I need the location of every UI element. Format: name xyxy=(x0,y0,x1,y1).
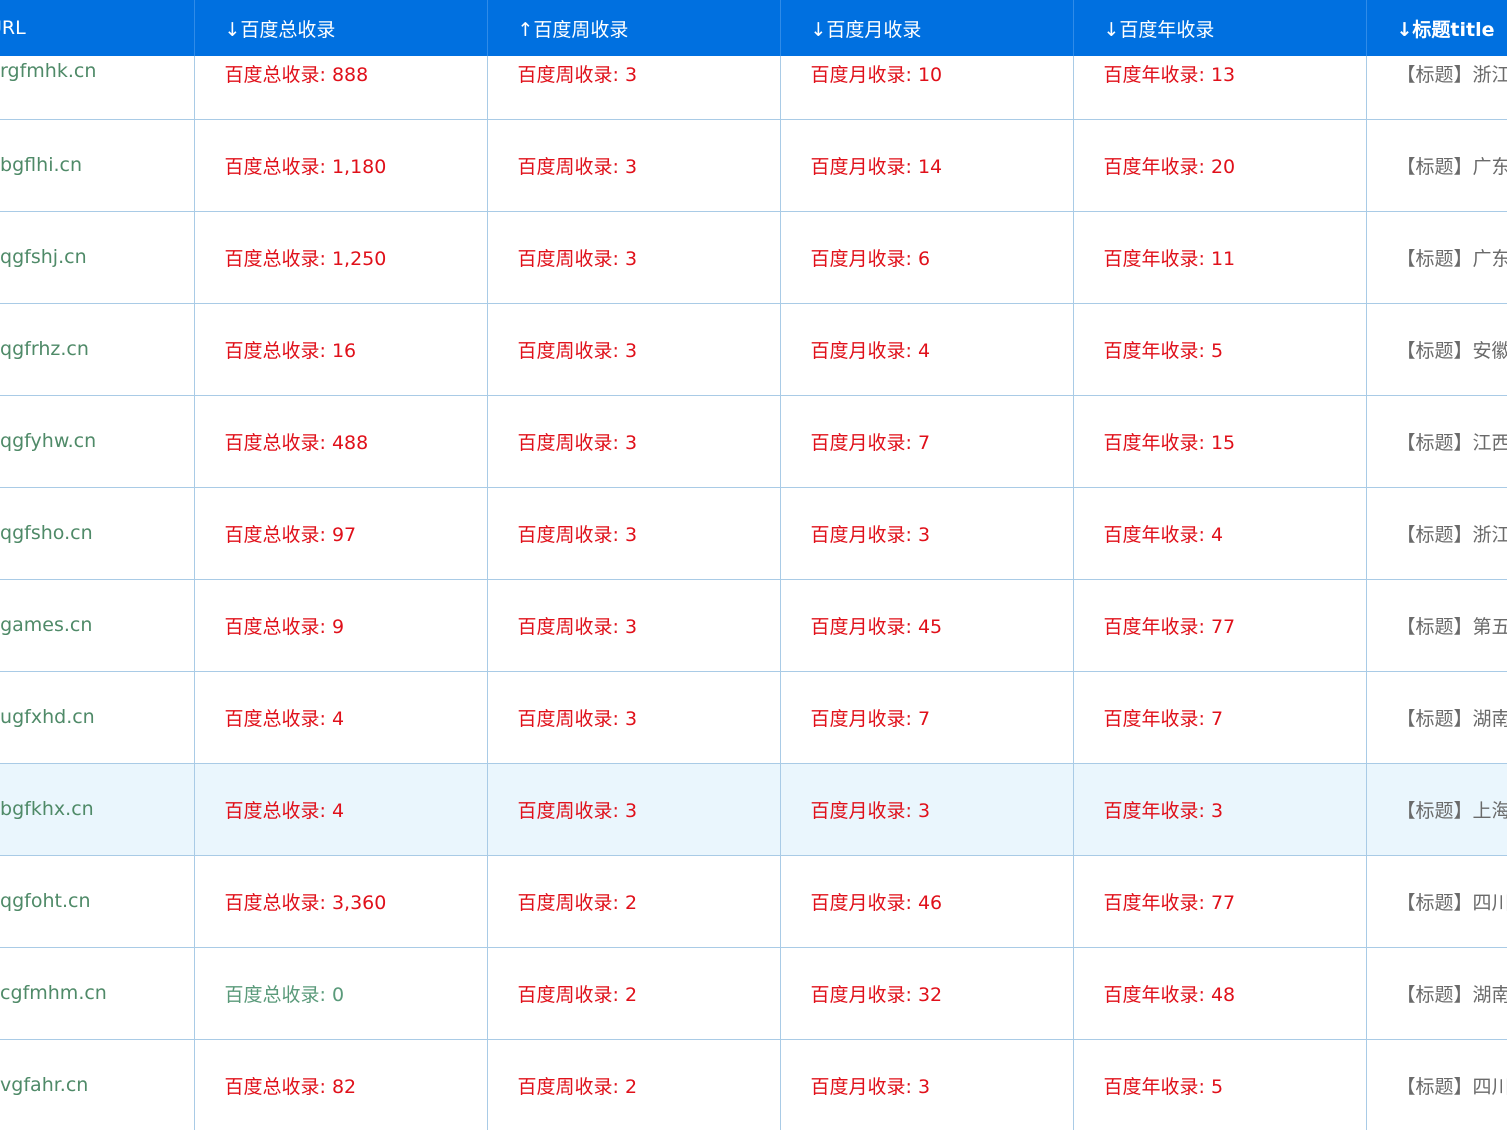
total-index-cell: 百度总收录: 0 xyxy=(194,947,488,1040)
month-index-cell: 百度月收录: 4 xyxy=(780,303,1074,396)
year-index-cell: 百度年收录: 77 xyxy=(1073,855,1367,948)
year-index-cell: 百度年收录: 13 xyxy=(1073,56,1367,120)
table-row: pbgflhi.cn 百度总收录: 1,180 百度周收录: 3 百度月收录: … xyxy=(0,119,1507,212)
month-index-cell: 百度月收录: 3 xyxy=(780,763,1074,856)
title-cell: 【标题】湖南 xyxy=(1366,671,1507,764)
table-row: prgfmhk.cn 百度总收录: 888 百度周收录: 3 百度月收录: 10… xyxy=(0,56,1507,120)
total-index-cell: 百度总收录: 1,180 xyxy=(194,119,488,212)
month-index-cell: 百度月收录: 3 xyxy=(780,1039,1074,1130)
url-cell[interactable]: pqgfshj.cn xyxy=(0,211,195,304)
total-index-cell: 百度总收录: 4 xyxy=(194,671,488,764)
month-index-cell: 百度月收录: 45 xyxy=(780,579,1074,672)
total-index-cell: 百度总收录: 4 xyxy=(194,763,488,856)
title-cell: 【标题】广东 xyxy=(1366,119,1507,212)
table-row: pcgfmhm.cn 百度总收录: 0 百度周收录: 2 百度月收录: 32 百… xyxy=(0,947,1507,1040)
table-header: URL ↓百度总收录 ↑百度周收录 ↓百度月收录 ↓百度年收录 ↓标题title xyxy=(0,0,1507,56)
month-index-cell: 百度月收录: 14 xyxy=(780,119,1074,212)
url-cell[interactable]: 5games.cn xyxy=(0,579,195,672)
year-index-cell: 百度年收录: 77 xyxy=(1073,579,1367,672)
table-row: pqgfsho.cn 百度总收录: 97 百度周收录: 3 百度月收录: 3 百… xyxy=(0,487,1507,580)
month-index-cell: 百度月收录: 7 xyxy=(780,671,1074,764)
week-index-cell: 百度周收录: 3 xyxy=(487,671,781,764)
total-index-cell: 百度总收录: 9 xyxy=(194,579,488,672)
table-row-highlighted: pbgfkhx.cn 百度总收录: 4 百度周收录: 3 百度月收录: 3 百度… xyxy=(0,763,1507,856)
year-index-cell: 百度年收录: 7 xyxy=(1073,671,1367,764)
table-row: 5games.cn 百度总收录: 9 百度周收录: 3 百度月收录: 45 百度… xyxy=(0,579,1507,672)
seo-index-table: URL ↓百度总收录 ↑百度周收录 ↓百度月收录 ↓百度年收录 ↓标题title… xyxy=(0,0,1507,1130)
week-index-cell: 百度周收录: 3 xyxy=(487,56,781,120)
month-index-cell: 百度月收录: 3 xyxy=(780,487,1074,580)
column-header-month-index[interactable]: ↓百度月收录 xyxy=(780,0,1074,56)
table-body: prgfmhk.cn 百度总收录: 888 百度周收录: 3 百度月收录: 10… xyxy=(0,56,1507,1130)
week-index-cell: 百度周收录: 3 xyxy=(487,395,781,488)
total-index-cell: 百度总收录: 888 xyxy=(194,56,488,120)
url-cell[interactable]: pqgfrhz.cn xyxy=(0,303,195,396)
title-cell: 【标题】安徽 xyxy=(1366,303,1507,396)
total-index-cell: 百度总收录: 82 xyxy=(194,1039,488,1130)
total-index-cell: 百度总收录: 1,250 xyxy=(194,211,488,304)
table-row: pqgfshj.cn 百度总收录: 1,250 百度周收录: 3 百度月收录: … xyxy=(0,211,1507,304)
table-row: pvgfahr.cn 百度总收录: 82 百度周收录: 2 百度月收录: 3 百… xyxy=(0,1039,1507,1130)
table-row: pqgfoht.cn 百度总收录: 3,360 百度周收录: 2 百度月收录: … xyxy=(0,855,1507,948)
title-cell: 【标题】湖南 xyxy=(1366,947,1507,1040)
title-cell: 【标题】上海 xyxy=(1366,763,1507,856)
url-cell[interactable]: pugfxhd.cn xyxy=(0,671,195,764)
month-index-cell: 百度月收录: 7 xyxy=(780,395,1074,488)
title-cell: 【标题】四川 xyxy=(1366,1039,1507,1130)
title-cell: 【标题】广东 xyxy=(1366,211,1507,304)
title-cell: 【标题】第五 xyxy=(1366,579,1507,672)
header-row: URL ↓百度总收录 ↑百度周收录 ↓百度月收录 ↓百度年收录 ↓标题title xyxy=(0,0,1507,56)
year-index-cell: 百度年收录: 20 xyxy=(1073,119,1367,212)
year-index-cell: 百度年收录: 5 xyxy=(1073,1039,1367,1130)
week-index-cell: 百度周收录: 2 xyxy=(487,855,781,948)
table-row: pqgfyhw.cn 百度总收录: 488 百度周收录: 3 百度月收录: 7 … xyxy=(0,395,1507,488)
week-index-cell: 百度周收录: 2 xyxy=(487,947,781,1040)
total-index-cell: 百度总收录: 16 xyxy=(194,303,488,396)
url-cell[interactable]: prgfmhk.cn xyxy=(0,56,195,120)
column-header-week-index[interactable]: ↑百度周收录 xyxy=(487,0,781,56)
title-cell: 【标题】浙江 xyxy=(1366,487,1507,580)
column-header-total-index[interactable]: ↓百度总收录 xyxy=(194,0,488,56)
year-index-cell: 百度年收录: 15 xyxy=(1073,395,1367,488)
week-index-cell: 百度周收录: 3 xyxy=(487,487,781,580)
month-index-cell: 百度月收录: 6 xyxy=(780,211,1074,304)
url-cell[interactable]: pqgfyhw.cn xyxy=(0,395,195,488)
url-cell[interactable]: pvgfahr.cn xyxy=(0,1039,195,1130)
month-index-cell: 百度月收录: 32 xyxy=(780,947,1074,1040)
year-index-cell: 百度年收录: 5 xyxy=(1073,303,1367,396)
week-index-cell: 百度周收录: 3 xyxy=(487,211,781,304)
column-header-title[interactable]: ↓标题title xyxy=(1366,0,1507,56)
year-index-cell: 百度年收录: 48 xyxy=(1073,947,1367,1040)
title-cell: 【标题】浙江 xyxy=(1366,56,1507,120)
month-index-cell: 百度月收录: 10 xyxy=(780,56,1074,120)
title-cell: 【标题】四川 xyxy=(1366,855,1507,948)
column-header-year-index[interactable]: ↓百度年收录 xyxy=(1073,0,1367,56)
week-index-cell: 百度周收录: 3 xyxy=(487,579,781,672)
viewport: URL ↓百度总收录 ↑百度周收录 ↓百度月收录 ↓百度年收录 ↓标题title… xyxy=(0,0,1507,1130)
year-index-cell: 百度年收录: 4 xyxy=(1073,487,1367,580)
title-cell: 【标题】江西 xyxy=(1366,395,1507,488)
table-row: pugfxhd.cn 百度总收录: 4 百度周收录: 3 百度月收录: 7 百度… xyxy=(0,671,1507,764)
year-index-cell: 百度年收录: 11 xyxy=(1073,211,1367,304)
total-index-cell: 百度总收录: 3,360 xyxy=(194,855,488,948)
url-cell[interactable]: pqgfoht.cn xyxy=(0,855,195,948)
url-cell[interactable]: pqgfsho.cn xyxy=(0,487,195,580)
week-index-cell: 百度周收录: 3 xyxy=(487,303,781,396)
table-row: pqgfrhz.cn 百度总收录: 16 百度周收录: 3 百度月收录: 4 百… xyxy=(0,303,1507,396)
total-index-cell: 百度总收录: 488 xyxy=(194,395,488,488)
month-index-cell: 百度月收录: 46 xyxy=(780,855,1074,948)
week-index-cell: 百度周收录: 3 xyxy=(487,763,781,856)
url-cell[interactable]: pcgfmhm.cn xyxy=(0,947,195,1040)
url-cell[interactable]: pbgflhi.cn xyxy=(0,119,195,212)
week-index-cell: 百度周收录: 3 xyxy=(487,119,781,212)
url-cell[interactable]: pbgfkhx.cn xyxy=(0,763,195,856)
column-header-url[interactable]: URL xyxy=(0,0,195,56)
week-index-cell: 百度周收录: 2 xyxy=(487,1039,781,1130)
total-index-cell: 百度总收录: 97 xyxy=(194,487,488,580)
year-index-cell: 百度年收录: 3 xyxy=(1073,763,1367,856)
